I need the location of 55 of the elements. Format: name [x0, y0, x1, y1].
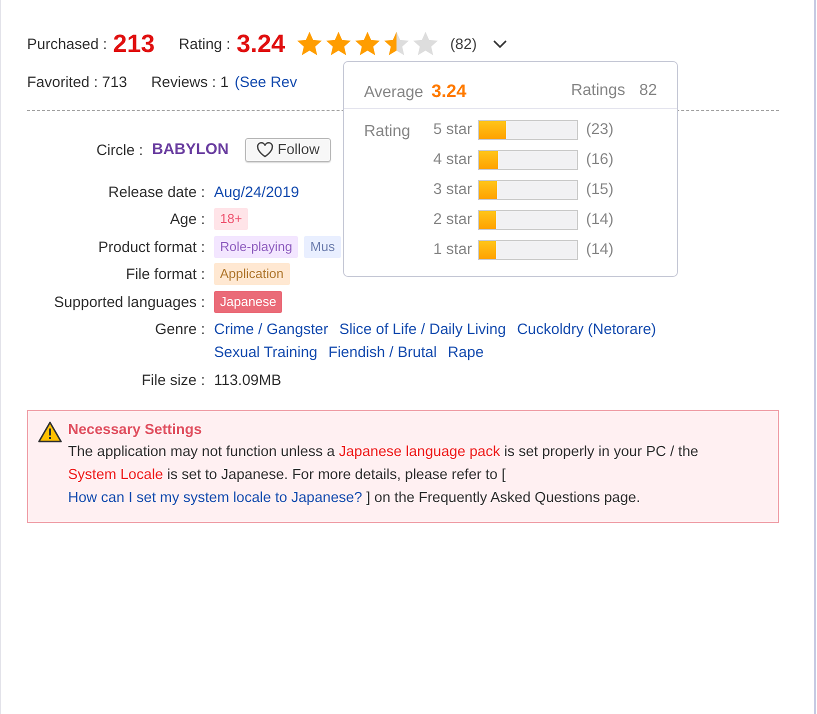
star-level-label: 4 star: [433, 150, 472, 168]
ratings-count: 82: [639, 82, 657, 100]
detail-label: Age :: [170, 210, 205, 230]
notice-title: Necessary Settings: [68, 420, 203, 440]
rating-value: 3.24: [236, 30, 286, 58]
reviews-count: Reviews : 1: [151, 74, 229, 90]
notice-link[interactable]: Japanese language pack: [338, 444, 500, 460]
star-icon: [295, 30, 324, 58]
ratings-label: Ratings: [570, 82, 626, 100]
detail-link[interactable]: Cuckoldry (Netorare): [516, 318, 656, 341]
average-label: Average: [364, 84, 424, 102]
rating-label: Rating :: [178, 36, 230, 52]
average-value: 3.24: [431, 80, 466, 102]
detail-label: Release date :: [108, 182, 205, 202]
rating-bar-count: (14): [586, 240, 614, 258]
tag[interactable]: Role-playing: [214, 236, 298, 258]
rating-bar-count: (23): [586, 120, 614, 138]
detail-link[interactable]: Crime / Gangster: [214, 318, 328, 341]
warning-icon: [38, 420, 62, 442]
rating-count: (82): [450, 36, 477, 52]
detail-label: File size :: [142, 370, 205, 390]
detail-label: Genre :: [154, 320, 205, 340]
detail-link[interactable]: Aug/24/2019: [214, 180, 300, 204]
caret-icon[interactable]: [492, 39, 507, 49]
detail-label: Product format :: [98, 238, 205, 258]
follow-button[interactable]: Follow: [244, 138, 331, 162]
detail-value: 113.09MB: [214, 370, 282, 390]
star-level-label: 3 star: [433, 180, 472, 198]
favorited-count: Favorited : 713: [27, 74, 128, 90]
detail-label: Circle :: [96, 141, 143, 161]
star-icon: [324, 30, 354, 58]
notice-text: The application may not function unless a Japanese language pack is set properly in your PC / the System Locale is set to Japanese. For more details, please refer to [ How can I set my system locale to Japanese? ] on the Frequently Asked Questions page.: [68, 442, 700, 508]
star-icon: [411, 30, 440, 58]
detail-label: Supported languages :: [54, 292, 205, 312]
star-icon: [353, 30, 382, 58]
notice-link[interactable]: System Locale: [68, 466, 164, 482]
detail-link[interactable]: Rape: [448, 341, 484, 364]
detail-link[interactable]: Fiendish / Brutal: [328, 341, 437, 364]
purchased-label: Purchased :: [27, 36, 108, 52]
star-level-label: 5 star: [433, 120, 472, 138]
star-level-label: 1 star: [433, 240, 472, 258]
detail-link[interactable]: Sexual Training: [214, 341, 318, 364]
detail-label: File format :: [126, 265, 205, 285]
rating-bar-count: (15): [586, 180, 614, 198]
star-level-label: 2 star: [433, 210, 472, 228]
detail-link[interactable]: Slice of Life / Daily Living: [339, 318, 506, 341]
rating-bar-count: (14): [586, 210, 614, 228]
star-icon: [382, 30, 412, 58]
rating-breakdown-label: Rating: [364, 123, 410, 142]
see-reviews-link[interactable]: (See Rev: [234, 74, 298, 90]
heart-icon: [256, 142, 274, 158]
faq-link[interactable]: How can I set my system locale to Japanese?: [68, 490, 362, 506]
rating-bar-count: (16): [586, 150, 614, 168]
circle-name[interactable]: BABYLON: [152, 141, 229, 159]
purchased-count: 213: [113, 30, 155, 58]
